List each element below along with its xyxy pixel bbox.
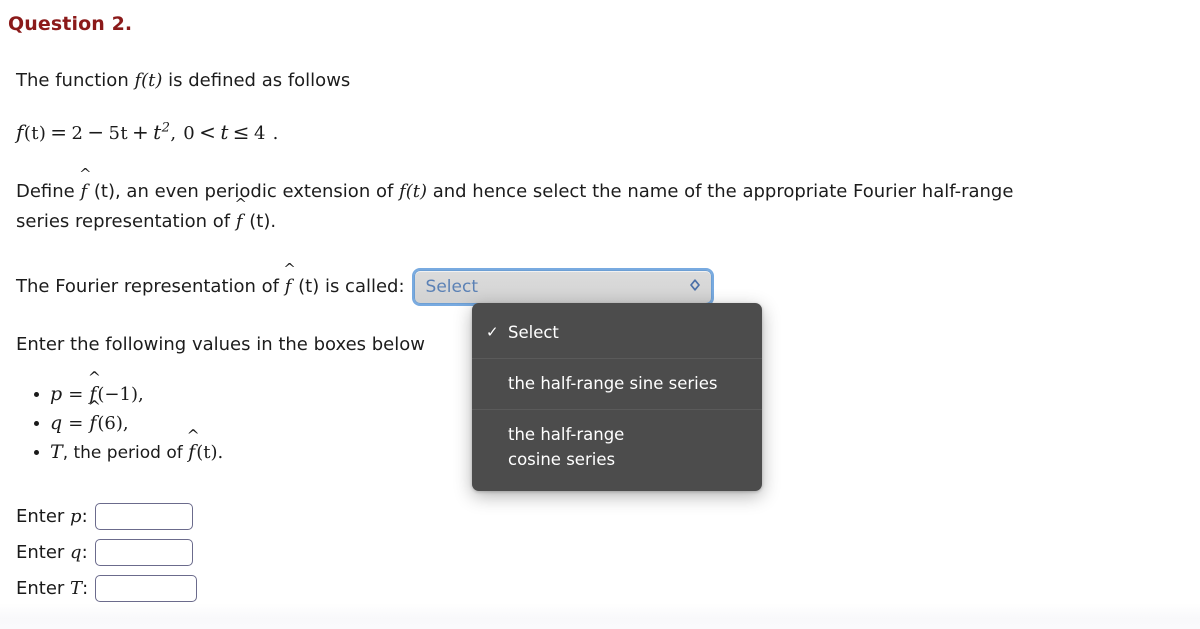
- formula-lt: <: [199, 120, 217, 144]
- formula-lhs: f: [16, 120, 24, 144]
- hat-accent-icon: ^: [186, 426, 200, 445]
- bullet-1-symbol: q: [50, 412, 63, 434]
- define-segment-1: Define: [16, 181, 81, 202]
- page-bottom-wash: [0, 603, 1200, 629]
- enter-q-input[interactable]: [94, 538, 193, 566]
- bullet-1-equals: =: [68, 413, 84, 434]
- f-hat-glyph: ^ f: [79, 166, 92, 202]
- check-icon: ✓: [486, 323, 499, 341]
- f-hat-glyph: ^ f: [234, 196, 247, 232]
- dropdown-option-label: Select: [508, 323, 559, 342]
- list-item: T, the period of ^ f(t).: [33, 426, 224, 467]
- formula-plus: +: [132, 120, 150, 144]
- page-title: Question 2.: [8, 13, 133, 35]
- function-definition-formula: f(t) = 2−5t + t2, 0 < t ≤4 .: [16, 120, 279, 144]
- entry-label-T-colon: :: [82, 577, 89, 599]
- bullet-2-symbol: T: [50, 441, 63, 463]
- enter-T-input[interactable]: [95, 574, 198, 602]
- fourier-representation-select-wrap[interactable]: Select: [413, 270, 712, 304]
- entry-label-T: Enter T:: [16, 578, 88, 599]
- values-bullet-list: p = ^ f(−1), q = ^ f(6), T, the period of …: [28, 370, 224, 467]
- entry-label-p-prefix: Enter: [16, 505, 71, 527]
- define-paragraph: Define ^ f (t), an even periodic extensio…: [16, 166, 1196, 237]
- f-hat-glyph: ^ f: [87, 397, 101, 434]
- formula-minus: −: [87, 120, 105, 144]
- intro-prefix-text: The function: [16, 70, 135, 91]
- formula-period: .: [272, 123, 279, 144]
- entry-label-q: Enter q:: [16, 542, 88, 563]
- dropdown-option-cosine-series[interactable]: the half-range cosine series: [472, 409, 762, 485]
- dropdown-option-select[interactable]: ✓ Select: [472, 308, 762, 358]
- formula-term1: 2: [71, 123, 84, 144]
- entry-label-q-var: q: [70, 541, 82, 563]
- define-segment-5: series representation of: [16, 211, 236, 232]
- formula-comma: ,: [170, 123, 177, 144]
- intro-math-ft: f(t): [134, 70, 163, 91]
- fourier-prompt-row: The Fourier representation of ^ f (t) is …: [16, 261, 712, 304]
- formula-le: ≤: [232, 120, 250, 144]
- dropdown-option-label: the half-range sine series: [508, 374, 718, 393]
- bullet-0-symbol: p: [50, 383, 63, 405]
- define-segment-4: and hence select the name of the appropr…: [426, 181, 1014, 202]
- enter-values-instruction: Enter the following values in the boxes …: [16, 334, 425, 355]
- f-hat-glyph: ^ f: [283, 261, 296, 297]
- dropdown-option-label: the half-range cosine series: [508, 422, 748, 472]
- formula-term2-text: 5t: [108, 123, 128, 144]
- define-math-ft: f(t): [399, 181, 427, 202]
- intro-paragraph: The function f(t) is defined as follows: [16, 66, 350, 96]
- entry-label-p: Enter p:: [16, 506, 88, 527]
- select-selected-value: Select: [425, 277, 478, 297]
- stepper-updown-icon[interactable]: [687, 277, 703, 297]
- entry-label-q-colon: :: [81, 541, 88, 563]
- formula-domain-high: 4: [253, 123, 266, 144]
- bullet-0-equals: =: [68, 384, 84, 405]
- hat-accent-icon: ^: [283, 261, 296, 279]
- enter-p-input[interactable]: [94, 502, 193, 530]
- intro-suffix-text: is defined as follows: [162, 70, 351, 91]
- formula-equals: =: [50, 120, 68, 144]
- bullet-0-arg: (−1),: [97, 384, 144, 405]
- answer-entries: Enter p: Enter q: Enter T:: [16, 498, 198, 606]
- list-item: p = ^ f(−1),: [33, 370, 223, 409]
- fourier-prompt-text: The Fourier representation of ^ f (t) is …: [16, 261, 405, 302]
- bullet-1-arg: (6),: [97, 413, 129, 434]
- entry-label-T-var: T: [70, 577, 83, 599]
- formula-var: t: [220, 120, 229, 144]
- bullet-2-arg: (t).: [196, 442, 224, 463]
- entry-row-q: Enter q:: [16, 534, 197, 570]
- dropdown-option-label-line1: the half-range: [508, 425, 625, 444]
- entry-row-T: Enter T:: [16, 570, 198, 606]
- entry-label-q-prefix: Enter: [16, 541, 71, 563]
- formula-term3: t: [153, 120, 162, 144]
- formula-domain-low: 0: [183, 123, 196, 144]
- bullet-2-trailing: , the period of: [62, 443, 189, 463]
- fourier-representation-dropdown-menu[interactable]: ✓ Select the half-range sine series the …: [472, 303, 762, 491]
- dropdown-option-label-line2: cosine series: [508, 450, 616, 469]
- formula-term2: 5t: [109, 120, 129, 144]
- question-content: Question 2. The function f(t) is defined…: [8, 0, 1192, 602]
- dropdown-option-sine-series[interactable]: the half-range sine series: [472, 358, 762, 409]
- entry-label-p-var: p: [70, 505, 82, 527]
- hat-accent-icon: ^: [234, 196, 247, 214]
- fourier-prompt-suffix: (t) is called:: [292, 276, 405, 297]
- entry-label-p-colon: :: [81, 505, 88, 527]
- f-hat-glyph: ^ f: [186, 426, 200, 463]
- entry-row-p: Enter p:: [16, 498, 197, 534]
- fourier-prompt-prefix: The Fourier representation of: [16, 276, 285, 297]
- fourier-representation-select[interactable]: Select: [413, 270, 712, 304]
- hat-accent-icon: ^: [87, 368, 101, 387]
- entry-label-T-prefix: Enter: [16, 577, 71, 599]
- define-segment-6: (t).: [243, 211, 277, 232]
- hat-accent-icon: ^: [87, 397, 101, 416]
- hat-accent-icon: ^: [79, 166, 92, 184]
- formula-arg: (t): [23, 123, 47, 144]
